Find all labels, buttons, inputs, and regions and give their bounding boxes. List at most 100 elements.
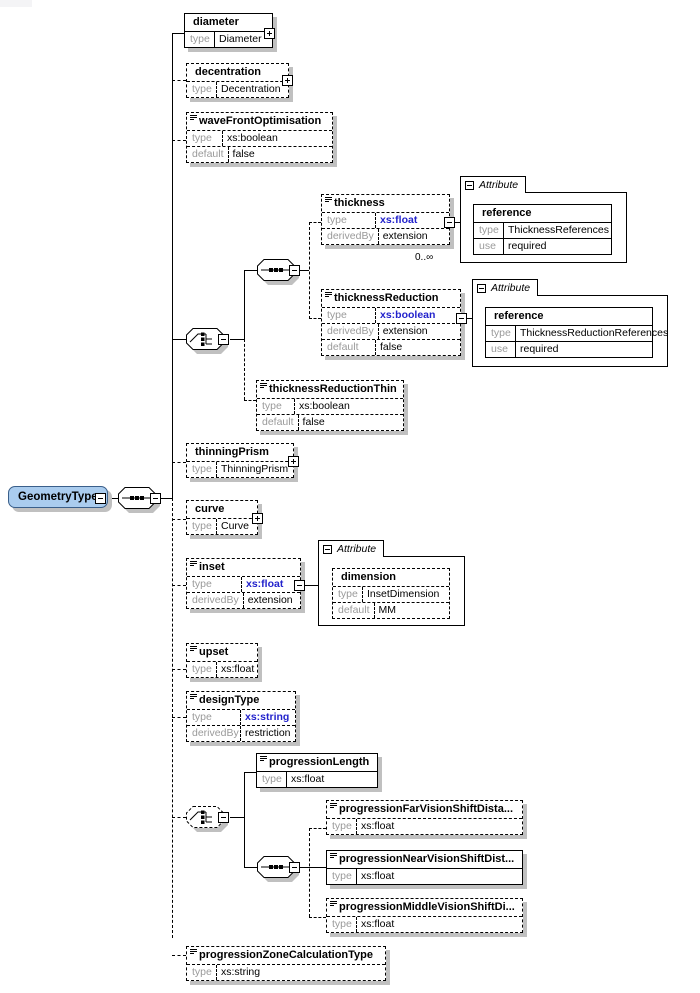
top-left-stub	[0, 0, 32, 7]
node-box: reference type ThicknessReductionReferen…	[485, 307, 653, 358]
branch-curve	[172, 519, 186, 520]
node-box: thickness type xs:float derivedBy extens…	[321, 194, 450, 245]
thickness-choice-bus	[244, 270, 245, 339]
prop-value: xs:boolean	[223, 131, 332, 146]
prop-key: type	[257, 772, 287, 787]
node-wavefrontoptimisation[interactable]: waveFrontOptimisation type xs:boolean de…	[186, 112, 333, 163]
thinningprism-expand-toggle[interactable]	[288, 456, 299, 467]
attrgroup-header[interactable]: Attribute	[460, 176, 526, 193]
node-progressionzonecalculationtype[interactable]: progressionZoneCalculationType type xs:s…	[186, 946, 386, 981]
node-progressionlength[interactable]: progressionLength type xs:float	[256, 753, 378, 788]
prop-value: xs:string	[241, 710, 295, 725]
node-thicknessreduction[interactable]: thicknessReduction type xs:boolean deriv…	[321, 289, 461, 356]
prop-row-type: type ThicknessReductionReferences	[486, 326, 652, 341]
root-label: GeometryType	[8, 486, 108, 508]
branch-thinningprism	[172, 462, 186, 463]
element-name: progressionLength	[257, 754, 377, 772]
branch-thicknessreduction-box	[309, 318, 321, 319]
node-thickness[interactable]: thickness type xs:float derivedBy extens…	[321, 194, 450, 245]
prop-value: xs:string	[217, 965, 385, 980]
node-thinningprism[interactable]: thinningPrism type ThinningPrism	[186, 443, 294, 478]
attribute-name: reference	[474, 205, 611, 223]
progression-sequence-expander[interactable]	[289, 862, 300, 873]
prop-key: default	[333, 603, 375, 618]
root-sequence-expander[interactable]	[150, 493, 161, 504]
prop-key: use	[486, 342, 516, 357]
prop-value: required	[516, 342, 652, 357]
branch-thickness-choice	[172, 339, 186, 340]
thickness-seq-in	[244, 270, 257, 271]
prop-value: xs:float	[357, 917, 522, 932]
node-curve[interactable]: curve type Curve	[186, 500, 258, 535]
node-box: upset type xs:float	[186, 643, 258, 678]
node-progressionfarvisionshiftdistance[interactable]: progressionFarVisionShiftDista... type x…	[326, 800, 523, 835]
node-progressionnearvisionshiftdistance[interactable]: progressionNearVisionShiftDist... type x…	[326, 850, 523, 885]
prop-key: type	[187, 662, 217, 677]
diameter-expand-toggle[interactable]	[264, 28, 275, 39]
attrgroup-collapse-icon	[465, 181, 474, 190]
prop-key: type	[187, 965, 217, 980]
node-thicknessreduction-reference[interactable]: reference type ThicknessReductionReferen…	[485, 307, 653, 358]
prop-row-derivedby: derivedBy extension	[187, 592, 300, 608]
prop-value: MM	[375, 603, 449, 618]
branch-thickness-box	[309, 222, 321, 223]
node-thicknessreductionthin[interactable]: thicknessReductionThin type xs:boolean d…	[256, 380, 404, 431]
node-diameter[interactable]: diameter type Diameter	[184, 13, 273, 48]
prop-key: default	[257, 415, 299, 430]
progression-seq-in	[244, 867, 257, 868]
node-thickness-reference[interactable]: reference type ThicknessReferences use r…	[473, 204, 612, 255]
prop-key: type	[474, 223, 504, 238]
branch-far-vision	[309, 828, 326, 829]
attribute-name: dimension	[333, 569, 449, 587]
prop-key: type	[185, 32, 215, 47]
progression-choice-expander[interactable]	[218, 812, 229, 823]
prop-row-type: type Decentration	[187, 82, 288, 97]
root-collapse-toggle[interactable]	[95, 493, 106, 504]
node-designtype[interactable]: designType type xs:string derivedBy rest…	[186, 691, 296, 742]
attrgroup-header[interactable]: Attribute	[472, 279, 538, 296]
prop-value: Decentration	[217, 82, 288, 97]
node-upset[interactable]: upset type xs:float	[186, 643, 258, 678]
thickness-choice-expander[interactable]	[218, 334, 229, 345]
prop-key: type	[187, 577, 242, 592]
inset-attribute-expander[interactable]	[294, 580, 305, 591]
prop-row-default: default false	[322, 339, 460, 355]
element-name: decentration	[187, 64, 288, 82]
prop-key: default	[322, 340, 376, 355]
branch-middle-vision	[309, 917, 326, 918]
element-name: diameter	[185, 14, 272, 32]
node-box: progressionNearVisionShiftDist... type x…	[326, 850, 523, 885]
prop-key: type	[322, 308, 376, 323]
branch-designtype	[172, 717, 186, 718]
branch-decentration	[172, 80, 186, 81]
node-box: progressionLength type xs:float	[256, 753, 378, 788]
decentration-expand-toggle[interactable]	[282, 75, 293, 86]
prop-row-use: use required	[486, 341, 652, 357]
element-name: progressionZoneCalculationType	[187, 947, 385, 965]
element-name: thinningPrism	[187, 444, 293, 462]
root-type-node[interactable]: GeometryType	[8, 486, 108, 508]
prop-row-type: type ThinningPrism	[187, 462, 293, 477]
node-box: progressionMiddleVisionShiftDi... type x…	[326, 898, 523, 933]
attrgroup-header[interactable]: Attribute	[318, 540, 384, 557]
prop-key: type	[187, 82, 217, 97]
node-box: thinningPrism type ThinningPrism	[186, 443, 294, 478]
element-type-icon	[190, 646, 197, 652]
node-inset-dimension[interactable]: dimension type InsetDimension default MM	[332, 568, 450, 619]
node-inset[interactable]: inset type xs:float derivedBy extension	[186, 558, 301, 609]
prop-key: type	[486, 326, 516, 341]
thickness-attribute-expander[interactable]	[444, 217, 455, 228]
element-name: progressionFarVisionShiftDista...	[327, 801, 522, 819]
prop-value: Curve	[217, 519, 257, 534]
node-progressionmiddlevisionshiftdistance[interactable]: progressionMiddleVisionShiftDi... type x…	[326, 898, 523, 933]
curve-expand-toggle[interactable]	[252, 513, 263, 524]
node-box: inset type xs:float derivedBy extension	[186, 558, 301, 609]
thickness-sequence-expander[interactable]	[289, 265, 300, 276]
prop-value: xs:float	[287, 772, 377, 787]
node-decentration[interactable]: decentration type Decentration	[186, 63, 289, 98]
node-box: thicknessReductionThin type xs:boolean d…	[256, 380, 404, 431]
thickness-seq-bus	[309, 222, 310, 319]
prop-value: xs:float	[217, 662, 260, 677]
thicknessreduction-attribute-expander[interactable]	[456, 313, 467, 324]
element-type-icon	[190, 115, 197, 121]
